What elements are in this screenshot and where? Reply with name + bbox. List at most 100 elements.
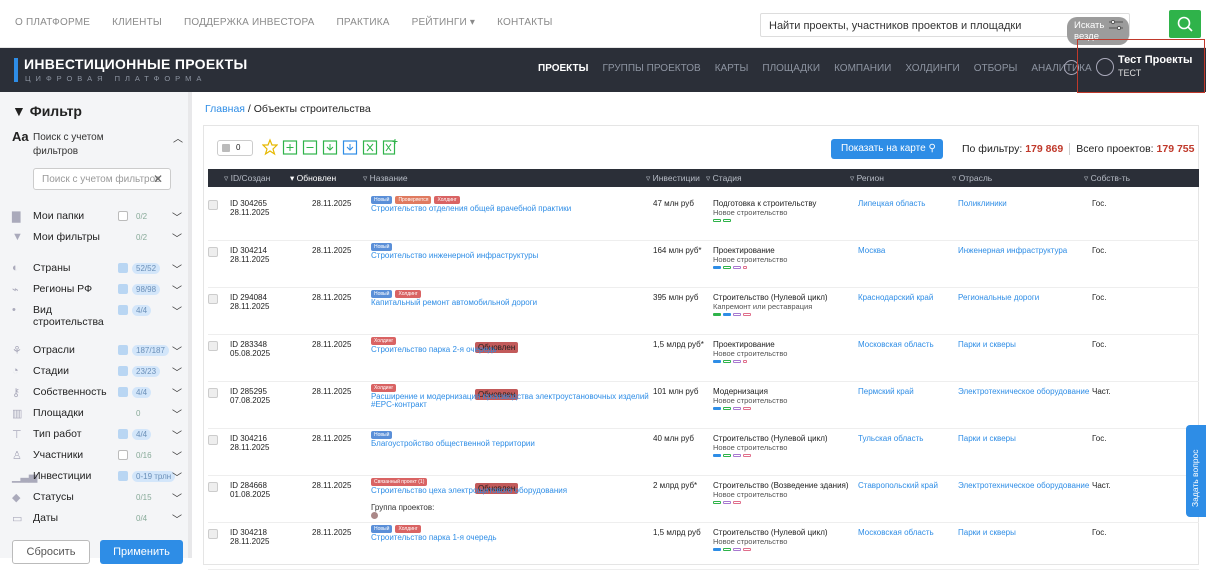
- remove-folder-icon[interactable]: [302, 138, 318, 156]
- download-icon[interactable]: [322, 138, 338, 156]
- filter-work-type[interactable]: ⊤ Тип работ 4/4 ﹀: [0, 426, 188, 444]
- filter-dates[interactable]: ▭ Даты 0/4 ﹀: [0, 510, 188, 528]
- reset-button[interactable]: Сбросить: [12, 540, 90, 564]
- table-row[interactable]: ID 284668 01.08.2025 28.11.2025 Обновлен Свя…: [208, 476, 1199, 523]
- chevron-down-icon[interactable]: ﹀: [172, 448, 182, 463]
- row-checkbox[interactable]: [208, 529, 218, 539]
- export-icon[interactable]: [342, 138, 358, 156]
- region-link[interactable]: Московская область: [858, 528, 934, 537]
- chevron-down-icon[interactable]: ﹀: [172, 230, 182, 245]
- filter-my-filters[interactable]: ▼ Мои фильтры 0/2 ﹀: [0, 229, 188, 247]
- industry-link[interactable]: Инженерная инфраструктура: [958, 246, 1067, 255]
- row-checkbox[interactable]: [208, 482, 218, 492]
- filter-my-folders[interactable]: ▇ Мои папки 0/2 ﹀: [0, 208, 188, 226]
- region-link[interactable]: Ставропольский край: [858, 481, 938, 490]
- table-row[interactable]: ID 294084 28.11.2025 28.11.2025 Новый Холдин…: [208, 288, 1199, 335]
- row-checkbox[interactable]: [208, 341, 218, 351]
- row-checkbox[interactable]: [208, 294, 218, 304]
- chevron-down-icon[interactable]: ﹀: [172, 282, 182, 297]
- chevron-down-icon[interactable]: ﹀: [172, 385, 182, 400]
- industry-link[interactable]: Электротехническое оборудование: [958, 481, 1089, 490]
- filter-checkbox[interactable]: [118, 263, 128, 273]
- chevron-down-icon[interactable]: ﹀: [172, 490, 182, 505]
- project-link[interactable]: Строительство парка 2-я очередь: [371, 345, 497, 354]
- topnav-clients[interactable]: КЛИЕНТЫ: [112, 17, 162, 28]
- table-row[interactable]: ID 304218 28.11.2025 28.11.2025 Новый Холдин…: [208, 523, 1199, 570]
- col-industry[interactable]: ▿ Отрасль: [952, 173, 992, 184]
- show-on-map-button[interactable]: Показать на карте ⚲: [831, 139, 943, 159]
- table-row[interactable]: ID 304265 28.11.2025 28.11.2025 Новый Провер…: [208, 194, 1199, 241]
- region-link[interactable]: Тульская область: [858, 434, 923, 443]
- industry-link[interactable]: Электротехническое оборудование: [958, 387, 1089, 396]
- nav-sites[interactable]: ПЛОЩАДКИ: [762, 63, 820, 74]
- apply-button[interactable]: Применить: [100, 540, 183, 564]
- nav-holdings[interactable]: ХОЛДИНГИ: [905, 63, 959, 74]
- table-row[interactable]: ID 285295 07.08.2025 28.11.2025 Обновлен Хол…: [208, 382, 1199, 429]
- industry-link[interactable]: Поликлиники: [958, 199, 1007, 208]
- chevron-down-icon[interactable]: ﹀: [172, 427, 182, 442]
- chevron-down-icon[interactable]: ﹀: [172, 343, 182, 358]
- logo-title[interactable]: ИНВЕСТИЦИОННЫЕ ПРОЕКТЫ: [24, 56, 248, 72]
- nav-maps[interactable]: КАРТЫ: [715, 63, 749, 74]
- col-id[interactable]: ▿ ID/Создан: [224, 173, 270, 184]
- excel-icon[interactable]: [362, 138, 378, 156]
- chevron-down-icon[interactable]: ﹀: [172, 406, 182, 421]
- col-stage[interactable]: ▿ Стадия: [706, 173, 742, 184]
- topnav-contacts[interactable]: КОНТАКТЫ: [497, 17, 553, 28]
- project-link[interactable]: Строительство цеха электрощитового обору…: [371, 486, 567, 495]
- clear-icon[interactable]: ✕: [153, 172, 163, 186]
- industry-link[interactable]: Парки и скверы: [958, 528, 1016, 537]
- nav-selections[interactable]: ОТБОРЫ: [974, 63, 1018, 74]
- filter-checkbox[interactable]: [118, 366, 128, 376]
- ask-question-button[interactable]: Задать вопрос: [1186, 425, 1206, 517]
- table-row[interactable]: ID 304216 28.11.2025 28.11.2025 Новый Благоу…: [208, 429, 1199, 476]
- col-region[interactable]: ▿ Регион: [850, 173, 884, 184]
- group-avatar[interactable]: [371, 512, 378, 519]
- table-row[interactable]: ID 283348 05.08.2025 28.11.2025 Обновлен Хол…: [208, 335, 1199, 382]
- filter-ownership[interactable]: ⚷ Собственность 4/4 ﹀: [0, 384, 188, 402]
- chevron-down-icon[interactable]: ﹀: [172, 469, 182, 484]
- chevron-down-icon[interactable]: ﹀: [172, 261, 182, 276]
- filter-checkbox[interactable]: [118, 284, 128, 294]
- sidebar-scrollbar[interactable]: [188, 92, 192, 558]
- project-link[interactable]: Строительство инженерной инфраструктуры: [371, 251, 538, 260]
- col-ownership[interactable]: ▿ Собств-ть: [1084, 173, 1130, 184]
- filter-search-input[interactable]: Поиск с учетом фильтров ✕: [33, 168, 171, 190]
- row-checkbox[interactable]: [208, 388, 218, 398]
- filter-countries[interactable]: ◐ Страны 52/52 ﹀: [0, 260, 188, 278]
- filter-construction-type[interactable]: • Вид строительства 4/4 ﹀: [0, 302, 188, 332]
- chevron-down-icon[interactable]: ﹀: [172, 511, 182, 526]
- project-link[interactable]: Благоустройство общественной территории: [371, 439, 535, 448]
- nav-projects[interactable]: ПРОЕКТЫ: [538, 63, 588, 74]
- filter-checkbox[interactable]: [118, 471, 128, 481]
- industry-link[interactable]: Региональные дороги: [958, 293, 1039, 302]
- project-hashtag[interactable]: #EPC-контракт: [371, 400, 427, 409]
- filter-industries[interactable]: ⚘ Отрасли 187/187 ﹀: [0, 342, 188, 360]
- chevron-down-icon[interactable]: ﹀: [172, 364, 182, 379]
- filter-checkbox[interactable]: [118, 429, 128, 439]
- excel-add-icon[interactable]: [382, 138, 398, 156]
- topnav-support[interactable]: ПОДДЕРЖКА ИНВЕСТОРА: [184, 17, 315, 28]
- filter-checkbox[interactable]: [118, 345, 128, 355]
- filter-settings-icon[interactable]: [1109, 20, 1123, 30]
- topnav-ratings[interactable]: РЕЙТИНГИ ▾: [412, 17, 475, 28]
- project-link[interactable]: Строительство парка 1-я очередь: [371, 533, 497, 542]
- row-checkbox[interactable]: [208, 200, 218, 210]
- nav-companies[interactable]: КОМПАНИИ: [834, 63, 891, 74]
- chevron-down-icon[interactable]: ﹀: [172, 303, 182, 318]
- filter-stages[interactable]: ◔ Стадии 23/23 ﹀: [0, 363, 188, 381]
- region-link[interactable]: Московская область: [858, 340, 934, 349]
- filter-regions[interactable]: ⌁ Регионы РФ 98/98 ﹀: [0, 281, 188, 299]
- industry-link[interactable]: Парки и скверы: [958, 434, 1016, 443]
- chevron-up-icon[interactable]: ︿: [173, 130, 183, 145]
- filter-sites[interactable]: ▥ Площадки 0 ﹀: [0, 405, 188, 423]
- nav-project-groups[interactable]: ГРУППЫ ПРОЕКТОВ: [602, 63, 700, 74]
- global-search-input[interactable]: Найти проекты, участников проектов и пло…: [760, 13, 1130, 45]
- col-name[interactable]: ▿ Название: [363, 173, 408, 184]
- search-button[interactable]: [1169, 10, 1201, 38]
- col-updated[interactable]: ▾ Обновлен: [290, 173, 336, 184]
- filter-investments[interactable]: ▁▃▅ Инвестиции 0-19 трлн ﹀: [0, 468, 188, 486]
- region-link[interactable]: Краснодарский край: [858, 293, 933, 302]
- filter-checkbox[interactable]: [118, 305, 128, 315]
- region-link[interactable]: Пермский край: [858, 387, 914, 396]
